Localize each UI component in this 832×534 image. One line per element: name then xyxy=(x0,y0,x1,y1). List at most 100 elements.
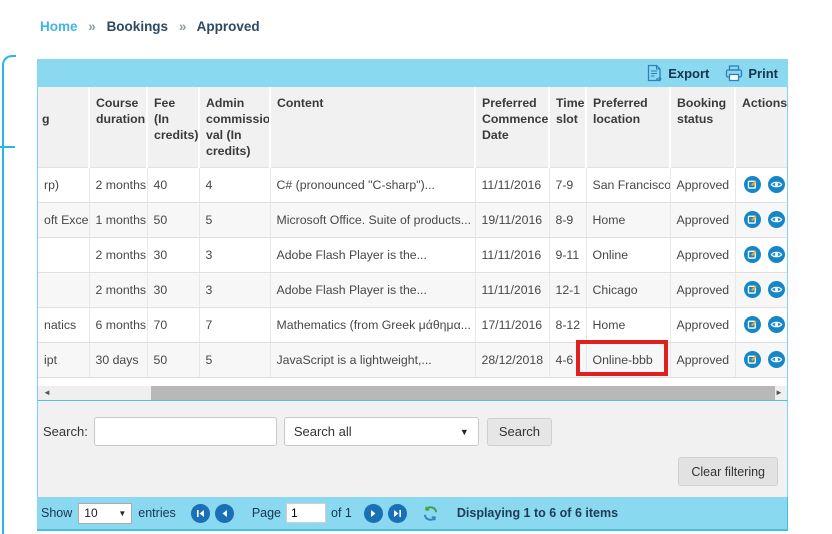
cell-time-slot: 9-11 xyxy=(549,237,586,272)
table-row: oft Excel1 months505Microsoft Office. Su… xyxy=(38,202,787,237)
edit-booking-button[interactable] xyxy=(744,351,761,368)
previous-page-icon xyxy=(220,509,229,518)
cell-status: Approved xyxy=(670,342,735,377)
breadcrumb-home-link[interactable]: Home xyxy=(40,19,78,34)
cell-location: Home xyxy=(586,202,670,237)
cell-content: JavaScript is a lightweight,... xyxy=(270,342,475,377)
search-field-selected: Search all xyxy=(294,424,352,439)
cell-fee: 30 xyxy=(147,272,199,307)
filter-area: Search: Search all ▼ Search Clear filter… xyxy=(37,401,788,497)
edit-booking-button[interactable] xyxy=(744,211,761,228)
cell-status: Approved xyxy=(670,167,735,202)
search-label: Search: xyxy=(43,424,88,439)
page-input[interactable] xyxy=(286,503,326,523)
search-field-select[interactable]: Search all ▼ xyxy=(284,417,479,446)
page-label: Page xyxy=(252,506,281,520)
cell-location: Online xyxy=(586,237,670,272)
breadcrumb-item-bookings[interactable]: Bookings xyxy=(107,19,169,34)
clear-filtering-button[interactable]: Clear filtering xyxy=(678,457,778,486)
print-button[interactable]: Print xyxy=(725,65,778,82)
cell-location: San Francisco xyxy=(586,167,670,202)
cell-fee: 50 xyxy=(147,342,199,377)
cell-actions xyxy=(735,202,787,237)
scroll-right-arrow[interactable]: ► xyxy=(772,386,786,400)
edit-booking-button[interactable] xyxy=(744,246,761,263)
cell-fee: 50 xyxy=(147,202,199,237)
cell-fee: 70 xyxy=(147,307,199,342)
refresh-button[interactable] xyxy=(423,506,438,521)
edit-icon xyxy=(744,281,761,298)
breadcrumb: Home » Bookings » Approved xyxy=(40,19,260,34)
next-page-button[interactable] xyxy=(364,504,383,523)
edit-icon xyxy=(744,211,761,228)
view-booking-button[interactable] xyxy=(768,246,785,263)
breadcrumb-separator: » xyxy=(179,19,187,34)
next-page-icon xyxy=(369,509,378,518)
cell-date: 19/11/2016 xyxy=(475,202,549,237)
cell-actions xyxy=(735,307,787,342)
cell-fee: 30 xyxy=(147,237,199,272)
entries-selected-value: 10 xyxy=(84,506,97,520)
show-label: Show xyxy=(41,506,72,520)
last-page-button[interactable] xyxy=(388,504,407,523)
view-booking-button[interactable] xyxy=(768,281,785,298)
page-count-label: of 1 xyxy=(331,506,352,520)
previous-page-button[interactable] xyxy=(215,504,234,523)
cell-duration: 2 months xyxy=(89,272,147,307)
horizontal-scrollbar[interactable]: ◄ ► xyxy=(38,386,787,400)
edit-booking-button[interactable] xyxy=(744,281,761,298)
cell-name-fragment xyxy=(38,272,89,307)
search-button[interactable]: Search xyxy=(487,418,552,446)
eye-icon xyxy=(768,176,785,193)
cell-status: Approved xyxy=(670,272,735,307)
cell-fee: 40 xyxy=(147,167,199,202)
cell-commission: 3 xyxy=(199,237,270,272)
edit-icon xyxy=(744,246,761,263)
cell-name-fragment: rp) xyxy=(38,167,89,202)
export-button[interactable]: Export xyxy=(646,64,709,82)
column-header: Actions xyxy=(735,87,787,167)
column-header: g xyxy=(38,87,89,167)
column-header: Admin commission val (In credits) xyxy=(199,87,270,167)
eye-icon xyxy=(768,211,785,228)
first-page-button[interactable] xyxy=(191,504,210,523)
scroll-left-arrow[interactable]: ◄ xyxy=(40,386,54,400)
cell-status: Approved xyxy=(670,237,735,272)
table-row: natics6 months707Mathematics (from Greek… xyxy=(38,307,787,342)
cell-time-slot: 8-9 xyxy=(549,202,586,237)
cell-actions xyxy=(735,272,787,307)
view-booking-button[interactable] xyxy=(768,176,785,193)
cell-location: Online-bbb xyxy=(586,342,670,377)
eye-icon xyxy=(768,281,785,298)
view-booking-button[interactable] xyxy=(768,316,785,333)
cell-commission: 5 xyxy=(199,202,270,237)
panel-edge-notch xyxy=(0,146,15,148)
scrollbar-thumb[interactable] xyxy=(151,386,775,400)
entries-select[interactable]: 10 ▼ xyxy=(78,503,132,524)
cell-name-fragment xyxy=(38,237,89,272)
column-header: Booking status xyxy=(670,87,735,167)
view-booking-button[interactable] xyxy=(768,351,785,368)
cell-date: 11/11/2016 xyxy=(475,272,549,307)
cell-content: Adobe Flash Player is the... xyxy=(270,237,475,272)
column-header: Course duration xyxy=(89,87,147,167)
cell-duration: 2 months xyxy=(89,167,147,202)
cell-name-fragment: oft Excel xyxy=(38,202,89,237)
table-row: 2 months303Adobe Flash Player is the...1… xyxy=(38,272,787,307)
edit-icon xyxy=(744,176,761,193)
column-header: Fee (In credits) xyxy=(147,87,199,167)
column-header: Time slot xyxy=(549,87,586,167)
display-status: Displaying 1 to 6 of 6 items xyxy=(457,506,618,520)
edit-booking-button[interactable] xyxy=(744,176,761,193)
cell-name-fragment: ipt xyxy=(38,342,89,377)
breadcrumb-item-approved: Approved xyxy=(197,19,260,34)
bookings-widget: Export Print gCourse durationFee (In cre… xyxy=(37,59,788,531)
column-header: Content xyxy=(270,87,475,167)
view-booking-button[interactable] xyxy=(768,211,785,228)
table-header-row: gCourse durationFee (In credits)Admin co… xyxy=(38,87,787,167)
cell-location: Chicago xyxy=(586,272,670,307)
cell-time-slot: 7-9 xyxy=(549,167,586,202)
table-row: rp)2 months404C# (pronounced "C-sharp").… xyxy=(38,167,787,202)
search-input[interactable] xyxy=(94,417,277,446)
edit-booking-button[interactable] xyxy=(744,316,761,333)
